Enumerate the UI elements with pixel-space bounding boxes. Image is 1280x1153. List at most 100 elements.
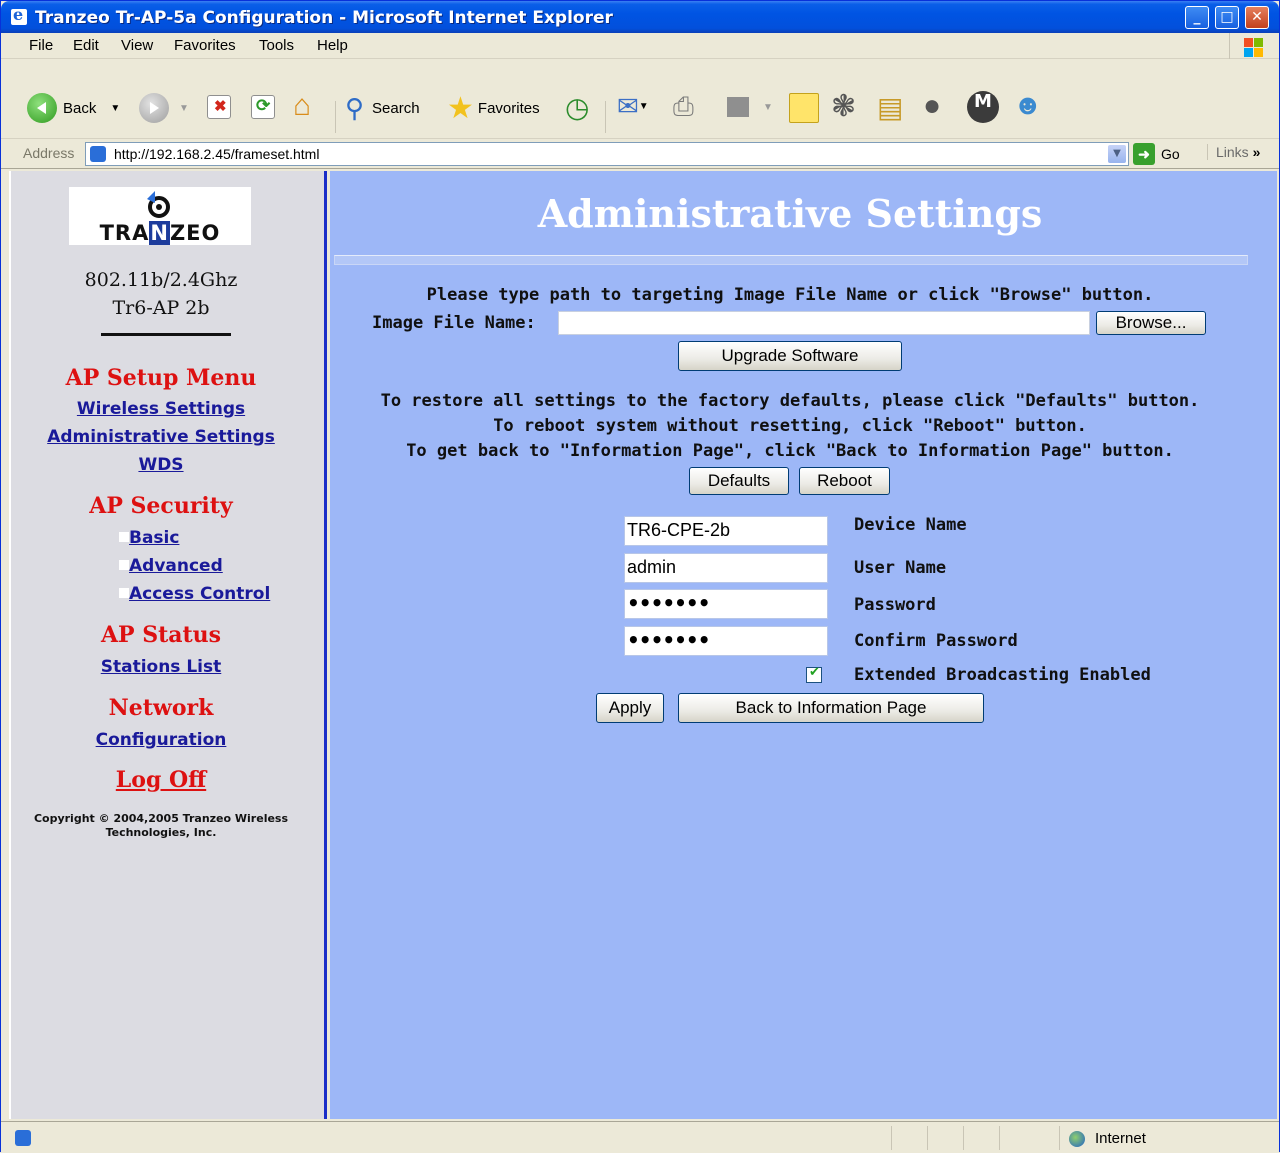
maximize-button[interactable]: □ <box>1215 6 1239 29</box>
title-bar[interactable]: Tranzeo Tr-AP-5a Configuration - Microso… <box>1 1 1279 33</box>
edit-icon[interactable]: ▼ <box>727 97 773 117</box>
nav-access-control[interactable]: Access Control <box>129 584 270 604</box>
status-bar: Internet <box>1 1121 1279 1153</box>
password-input[interactable]: ••••••• <box>624 589 828 619</box>
nav-administrative-settings[interactable]: Administrative Settings <box>11 427 311 447</box>
back-instruction: To get back to "Information Page", click… <box>406 441 1174 461</box>
menu-tools[interactable]: Tools <box>259 37 294 54</box>
minimize-button[interactable]: _ <box>1185 6 1209 29</box>
back-button[interactable]: Back ▼ <box>27 93 120 123</box>
logo-wordmark: TRANZEO <box>69 221 251 245</box>
nav-wds[interactable]: WDS <box>11 455 311 475</box>
go-arrow-icon: ➜ <box>1133 143 1155 165</box>
image-file-input[interactable] <box>558 311 1090 335</box>
status-separator <box>891 1126 892 1150</box>
menu-file[interactable]: File <box>29 37 53 54</box>
upgrade-software-button[interactable]: Upgrade Software <box>678 341 902 371</box>
internet-zone-icon <box>1069 1131 1085 1147</box>
address-bar: Address http://192.168.2.45/frameset.htm… <box>1 139 1279 169</box>
close-button[interactable]: ✕ <box>1245 6 1269 29</box>
media-icon[interactable]: M <box>967 91 999 123</box>
browser-window: Tranzeo Tr-AP-5a Configuration - Microso… <box>0 0 1280 1153</box>
menu-view[interactable]: View <box>121 37 153 54</box>
copyright-line-1: Copyright © 2004,2005 Tranzeo Wireless <box>33 812 289 825</box>
menu-bar: File Edit View Favorites Tools Help <box>1 33 1279 59</box>
star-icon: ★ <box>447 92 474 125</box>
navigation-frame: TRANZEO 802.11b/2.4Ghz Tr6-AP 2b AP Setu… <box>9 171 327 1119</box>
logo-text-part: TRA <box>99 221 150 245</box>
ie-icon <box>11 5 27 25</box>
links-button[interactable]: Links » <box>1207 144 1260 160</box>
nav-configuration[interactable]: Configuration <box>11 730 311 750</box>
address-input[interactable]: http://192.168.2.45/frameset.html ▼ <box>85 142 1129 166</box>
user-name-input[interactable]: admin <box>624 553 828 583</box>
confirm-password-label: Confirm Password <box>854 631 1018 651</box>
nav-basic[interactable]: Basic <box>129 528 179 548</box>
menu-help[interactable]: Help <box>317 37 348 54</box>
tranzeo-logo-icon <box>147 191 170 218</box>
messenger-chat-icon[interactable]: ● <box>923 89 941 123</box>
favorites-label: Favorites <box>477 100 540 117</box>
reboot-instruction: To reboot system without resetting, clic… <box>493 416 1087 436</box>
nav-log-off[interactable]: Log Off <box>11 767 311 793</box>
bullet-icon <box>119 560 129 570</box>
address-label: Address <box>23 145 75 161</box>
apply-button[interactable]: Apply <box>596 693 664 723</box>
home-icon[interactable]: ⌂ <box>293 89 311 123</box>
device-name-input[interactable]: TR6-CPE-2b <box>624 516 828 546</box>
stop-button[interactable]: ✖ <box>207 95 231 119</box>
go-label: Go <box>1161 146 1180 162</box>
back-label: Back <box>63 99 97 117</box>
reboot-button[interactable]: Reboot <box>799 467 890 495</box>
extended-broadcasting-checkbox[interactable] <box>806 665 822 683</box>
status-separator <box>1059 1126 1060 1150</box>
confirm-password-input[interactable]: ••••••• <box>624 626 828 656</box>
status-separator <box>999 1126 1000 1150</box>
user-name-label: User Name <box>854 558 947 578</box>
chevron-down-icon[interactable]: ▼ <box>1108 145 1126 163</box>
logo-text-part: ZEO <box>169 221 221 245</box>
browse-button[interactable]: Browse... <box>1096 311 1206 335</box>
forward-arrow-icon <box>139 93 169 123</box>
stop-icon: ✖ <box>207 95 231 119</box>
toolbar-separator <box>335 101 336 133</box>
nav-wireless-settings[interactable]: Wireless Settings <box>11 399 311 419</box>
forward-button[interactable]: ▼ <box>139 93 189 123</box>
nav-advanced[interactable]: Advanced <box>129 556 223 576</box>
horizontal-rule <box>334 255 1248 265</box>
history-icon[interactable]: ◷ <box>565 91 589 124</box>
messenger-users-icon[interactable]: ☻ <box>1013 89 1042 121</box>
back-arrow-icon <box>27 93 57 123</box>
go-button[interactable]: ➜ Go <box>1133 143 1191 165</box>
toolbar-separator <box>605 101 606 133</box>
search-icon: ⚲ <box>345 93 365 123</box>
page-status-icon <box>15 1130 31 1146</box>
upgrade-instruction: Please type path to targeting Image File… <box>426 285 1154 305</box>
restore-instruction: To restore all settings to the factory d… <box>380 391 1200 411</box>
notes-icon[interactable] <box>789 93 819 123</box>
back-to-information-page-button[interactable]: Back to Information Page <box>678 693 984 723</box>
print-icon[interactable]: ⎙ <box>673 91 694 123</box>
logo-text-part: N <box>149 221 170 245</box>
ap-status-heading: AP Status <box>100 622 222 648</box>
status-separator <box>963 1126 964 1150</box>
address-url: http://192.168.2.45/frameset.html <box>114 146 320 162</box>
ap-setup-menu-heading: AP Setup Menu <box>65 365 257 391</box>
search-label: Search <box>372 100 420 117</box>
model-line-1: 802.11b/2.4Ghz <box>84 269 238 291</box>
refresh-button[interactable]: ⟳ <box>251 95 275 119</box>
research-icon[interactable]: ▤ <box>877 91 903 124</box>
flower-icon[interactable]: ❃ <box>831 89 856 124</box>
ap-security-heading: AP Security <box>89 493 233 519</box>
defaults-button[interactable]: Defaults <box>689 467 789 495</box>
menu-favorites[interactable]: Favorites <box>174 37 236 54</box>
mail-icon[interactable]: ✉ ▼ <box>617 91 649 122</box>
model-line-2: Tr6-AP 2b <box>112 297 210 319</box>
tranzeo-logo: TRANZEO <box>69 187 251 245</box>
copyright-line-2: Technologies, Inc. <box>105 826 217 839</box>
search-button[interactable]: ⚲ Search <box>345 93 420 124</box>
menu-edit[interactable]: Edit <box>73 37 99 54</box>
favorites-button[interactable]: ★ Favorites <box>447 91 540 126</box>
nav-stations-list[interactable]: Stations List <box>11 657 311 677</box>
chevron-down-icon[interactable]: ▼ <box>110 103 120 114</box>
